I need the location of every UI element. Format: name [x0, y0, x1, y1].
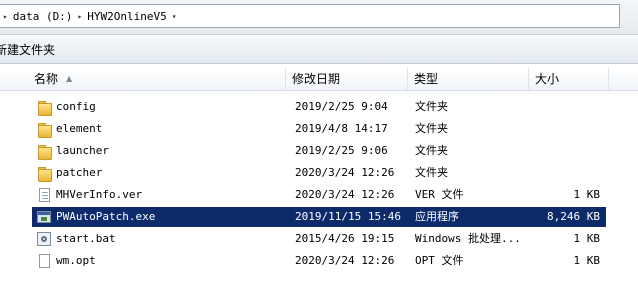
column-header-row: 名称 ▲ 修改日期 类型 大小	[0, 68, 638, 91]
file-row[interactable]: patcher 2020/3/24 12:26 文件夹	[32, 163, 606, 183]
column-header-name-label: 名称	[34, 72, 59, 86]
file-type: OPT 文件	[415, 254, 464, 267]
address-bar[interactable]: ▸ data (D:) ▸ HYW2OnlineV5 ▾	[0, 4, 620, 28]
column-header-size[interactable]: 大小	[529, 68, 609, 90]
file-row[interactable]: element 2019/4/8 14:17 文件夹	[32, 119, 606, 139]
breadcrumb-folder[interactable]: HYW2OnlineV5	[87, 10, 166, 23]
file-type: 文件夹	[415, 100, 448, 113]
file-type: 文件夹	[415, 122, 448, 135]
file-date: 2020/3/24 12:26	[295, 254, 395, 267]
file-name: launcher	[56, 144, 109, 157]
file-row[interactable]: MHVerInfo.ver 2020/3/24 12:26 VER 文件 1 KB	[32, 185, 606, 205]
file-date: 2019/2/25 9:04	[295, 100, 388, 113]
file-name: PWAutoPatch.exe	[56, 210, 156, 223]
file-name: patcher	[56, 166, 103, 179]
file-size: 8,246 KB	[547, 210, 600, 223]
file-type: 文件夹	[415, 144, 448, 157]
file-date: 2019/11/15 15:46	[295, 210, 401, 223]
file-date: 2019/2/25 9:06	[295, 144, 388, 157]
breadcrumb-drive[interactable]: data (D:)	[13, 10, 73, 23]
folder-icon	[36, 99, 52, 116]
file-size	[532, 141, 600, 161]
batch-file-icon	[36, 231, 52, 247]
file-name: MHVerInfo.ver	[56, 188, 143, 201]
file-type: Windows 批处理...	[415, 232, 521, 245]
breadcrumb-chevron-icon[interactable]: ▸	[3, 12, 8, 21]
file-type: VER 文件	[415, 188, 464, 201]
file-row[interactable]: launcher 2019/2/25 9:06 文件夹	[32, 141, 606, 161]
column-header-name[interactable]: 名称 ▲	[28, 68, 286, 90]
file-date: 2020/3/24 12:26	[295, 188, 395, 201]
folder-icon	[36, 165, 52, 182]
file-row[interactable]: PWAutoPatch.exe 2019/11/15 15:46 应用程序 8,246…	[32, 207, 606, 227]
file-name: config	[56, 100, 96, 113]
file-row[interactable]: start.bat 2015/4/26 19:15 Windows 批处理... 1 …	[32, 229, 606, 249]
file-name: wm.opt	[56, 254, 96, 267]
file-size: 1 KB	[573, 254, 601, 267]
blank-file-icon	[36, 253, 52, 269]
column-header-date[interactable]: 修改日期	[286, 68, 408, 90]
address-bar-area: ▸ data (D:) ▸ HYW2OnlineV5 ▾	[0, 0, 638, 34]
file-size	[532, 97, 600, 117]
file-size	[532, 119, 600, 139]
document-icon	[36, 187, 52, 203]
file-row[interactable]: config 2019/2/25 9:04 文件夹	[32, 97, 606, 117]
file-date: 2019/4/8 14:17	[295, 122, 388, 135]
file-name: start.bat	[56, 232, 116, 245]
new-folder-button[interactable]: 新建文件夹	[0, 41, 55, 59]
file-type: 文件夹	[415, 166, 448, 179]
sort-ascending-icon: ▲	[66, 74, 73, 83]
file-size	[532, 163, 600, 183]
file-date: 2020/3/24 12:26	[295, 166, 395, 179]
command-bar: 新建文件夹	[0, 34, 638, 64]
breadcrumb-chevron-icon[interactable]: ▾	[172, 12, 177, 21]
file-date: 2015/4/26 19:15	[295, 232, 395, 245]
breadcrumb-chevron-icon[interactable]: ▸	[77, 12, 82, 21]
file-name: element	[56, 122, 103, 135]
folder-icon	[36, 143, 52, 160]
file-type: 应用程序	[415, 210, 459, 223]
application-icon	[36, 209, 52, 225]
file-size: 1 KB	[573, 188, 601, 201]
column-header-type[interactable]: 类型	[408, 68, 529, 90]
file-size: 1 KB	[573, 232, 601, 245]
file-list: 名称 ▲ 修改日期 类型 大小 config 2019/2/25 9:04 文件夹 el…	[0, 64, 638, 287]
file-row[interactable]: wm.opt 2020/3/24 12:26 OPT 文件 1 KB	[32, 251, 606, 271]
folder-icon	[36, 121, 52, 138]
